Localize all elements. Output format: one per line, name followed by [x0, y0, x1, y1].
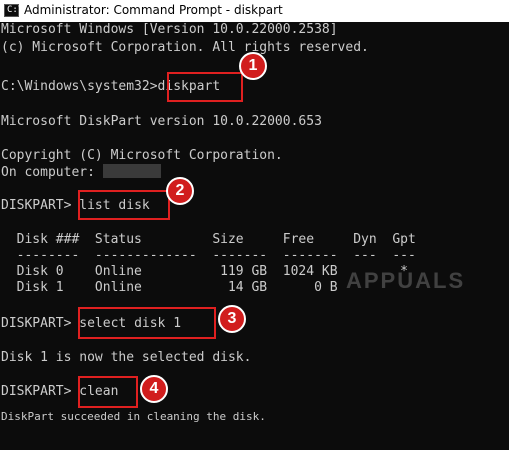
- prompt: C:\Windows\system32>: [1, 79, 158, 94]
- disk-table-row: Disk 1 Online 14 GB 0 B: [1, 280, 338, 295]
- version-line: Microsoft Windows [Version 10.0.22000.25…: [1, 22, 338, 37]
- cmd-icon: C:\: [4, 4, 23, 17]
- diskpart-version-line: Microsoft DiskPart version 10.0.22000.65…: [1, 114, 322, 129]
- title-bar[interactable]: C:\ Administrator: Command Prompt - disk…: [0, 0, 509, 22]
- diskpart-copyright-line: Copyright (C) Microsoft Corporation.: [1, 148, 283, 163]
- step-badge-1: 1: [239, 52, 267, 80]
- prompt: DISKPART>: [1, 384, 80, 399]
- console-output[interactable]: Microsoft Windows [Version 10.0.22000.25…: [0, 22, 509, 450]
- highlight-box-select-disk: [78, 307, 216, 339]
- copyright-line: (c) Microsoft Corporation. All rights re…: [1, 40, 369, 55]
- highlight-box-diskpart: [167, 72, 243, 102]
- redacted-computer-name: [102, 164, 161, 178]
- disk-table-header: Disk ### Status Size Free Dyn Gpt: [1, 232, 416, 247]
- watermark-logo: APPUALS: [346, 268, 466, 293]
- step-badge-3: 3: [218, 305, 246, 333]
- highlight-box-clean: [78, 376, 138, 408]
- clean-success-message: DiskPart succeeded in cleaning the disk.: [1, 410, 266, 423]
- prompt: DISKPART>: [1, 198, 80, 213]
- highlight-box-list-disk: [78, 190, 170, 220]
- step-badge-2: 2: [166, 177, 194, 205]
- window-title: Administrator: Command Prompt - diskpart: [24, 3, 283, 17]
- selected-disk-message: Disk 1 is now the selected disk.: [1, 350, 252, 365]
- prompt: DISKPART>: [1, 316, 80, 331]
- step-badge-4: 4: [140, 375, 168, 403]
- disk-table-rule: -------- ------------- ------- ------- -…: [1, 248, 416, 263]
- computer-line: On computer:: [1, 164, 161, 181]
